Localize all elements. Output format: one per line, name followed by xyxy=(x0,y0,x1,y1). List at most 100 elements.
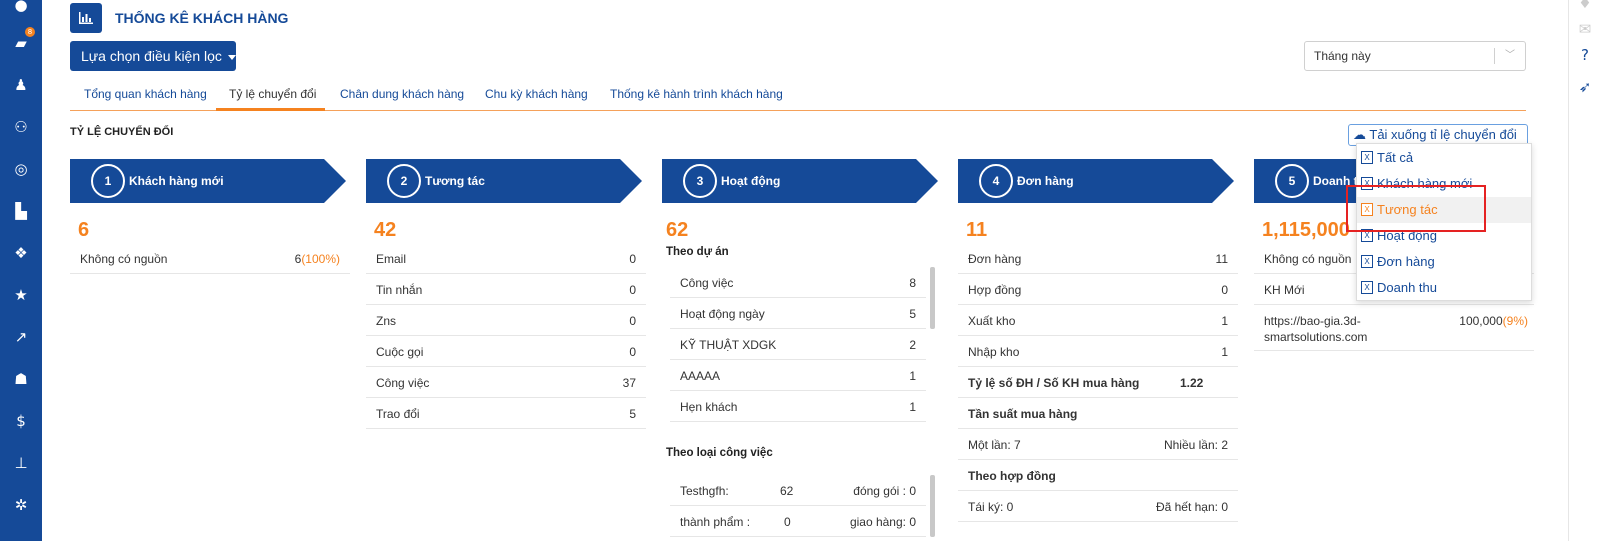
row-label-url: https://bao-gia.3d-smartsolutions.com xyxy=(1264,313,1367,345)
row-value: 100,000 xyxy=(1459,314,1503,328)
row-value: 1 xyxy=(1221,314,1228,328)
row-label: Cuộc gọi xyxy=(376,345,424,359)
bell-icon[interactable]: ♦ xyxy=(1569,0,1600,12)
frequency-once: Một lần: 7 xyxy=(968,438,1021,452)
step-number: 4 xyxy=(979,164,1013,198)
row-label: Testhgfh: xyxy=(680,484,729,498)
contract-heading: Theo hợp đồng xyxy=(968,469,1056,483)
table-row: thành phẩm : 0 giao hàng: 0 xyxy=(670,506,926,537)
row-value: 37 xyxy=(622,376,636,390)
table-row: Nhập kho 1 xyxy=(958,336,1238,367)
row-value: 0 xyxy=(1221,283,1228,297)
menu-item-all[interactable]: X Tất cả xyxy=(1357,145,1531,171)
star-icon[interactable]: ★ xyxy=(0,283,42,307)
chevron-down-icon: ﹀ xyxy=(1505,50,1515,61)
tab-bar: Tổng quan khách hàng Tỷ lệ chuyển đổi Ch… xyxy=(70,82,1526,111)
tab-customer-portrait[interactable]: Chân dung khách hàng xyxy=(340,87,464,101)
menu-item-orders[interactable]: X Đơn hàng xyxy=(1357,249,1531,275)
excel-file-icon: X xyxy=(1361,255,1373,268)
filter-dropdown-button[interactable]: Lựa chọn điều kiện lọc xyxy=(70,41,236,71)
row-value: 0 xyxy=(629,283,636,297)
stage-title: Đơn hàng xyxy=(1017,174,1074,188)
menu-item-label: Tất cả xyxy=(1377,150,1414,165)
contract-heading-row: Theo hợp đồng xyxy=(958,460,1238,491)
chat-icon[interactable]: ✉ xyxy=(1569,20,1600,38)
table-row: Hẹn khách 1 xyxy=(670,391,926,422)
row-value: 1 xyxy=(909,400,916,414)
project-scrollbar[interactable] xyxy=(930,267,935,329)
row-value: 5 xyxy=(909,307,916,321)
ratio-value: 1.22 xyxy=(1180,376,1204,390)
row-label: Không có nguồn xyxy=(1264,252,1352,266)
tab-overview[interactable]: Tổng quan khách hàng xyxy=(84,87,207,101)
row-label: Email xyxy=(376,252,407,266)
contract-row: Tái ký: 0 Đã hết hạn: 0 xyxy=(958,491,1238,522)
row-label: Không có nguồn xyxy=(80,252,168,266)
handshake-icon[interactable]: ⚇ xyxy=(0,115,42,139)
tab-conversion-rate[interactable]: Tỷ lệ chuyển đổi xyxy=(229,87,316,101)
sitemap-icon[interactable]: ⊥ xyxy=(0,451,42,475)
menu-item-revenue[interactable]: X Doanh thu xyxy=(1357,275,1531,301)
row-percent: (9%) xyxy=(1502,314,1528,328)
row-label: Công việc xyxy=(376,376,430,390)
table-row: Đơn hàng 11 xyxy=(958,243,1238,274)
user-icon[interactable]: ● xyxy=(0,0,42,17)
settings-icon[interactable]: ✲ xyxy=(0,493,42,517)
stage-total: 6 xyxy=(78,219,90,241)
row-value: 0 xyxy=(629,314,636,328)
table-row: Xuất kho 1 xyxy=(958,305,1238,336)
ratio-row: Tỷ lệ số ĐH / Số KH mua hàng 1.22 xyxy=(958,367,1238,398)
url-line-2: smartsolutions.com xyxy=(1264,330,1368,344)
caret-down-icon xyxy=(227,54,236,60)
briefcase-icon[interactable]: ▰ 8 xyxy=(0,27,42,55)
chart-line-icon[interactable]: ↗ xyxy=(0,325,42,349)
cart-icon[interactable]: ▙ xyxy=(0,199,42,223)
cloud-download-icon: ☁ xyxy=(1353,128,1366,143)
select-divider xyxy=(1494,48,1495,64)
task-type-scrollbar[interactable] xyxy=(930,475,935,537)
ratio-label: Tỷ lệ số ĐH / Số KH mua hàng xyxy=(968,376,1140,390)
table-row: Cuộc gọi 0 xyxy=(366,336,646,367)
user-tie-icon[interactable]: ☗ xyxy=(0,367,42,391)
stage-total: 1,115,000 xyxy=(1262,219,1350,241)
stage-header: 1 Khách hàng mới xyxy=(70,159,224,203)
stage-title: Hoạt động xyxy=(721,174,781,188)
row-value: 62 xyxy=(780,484,794,498)
help-icon[interactable]: ? xyxy=(1569,46,1600,64)
row-value: 1 xyxy=(1221,345,1228,359)
table-row: Hợp đồng 0 xyxy=(958,274,1238,305)
chart-bar-icon xyxy=(70,3,102,33)
table-row: Email 0 xyxy=(366,243,646,274)
table-row: https://bao-gia.3d-smartsolutions.com 10… xyxy=(1254,305,1534,351)
row-extra: đóng gói : 0 xyxy=(853,484,916,498)
contract-expired: Đã hết hạn: 0 xyxy=(1155,500,1228,514)
excel-file-icon: X xyxy=(1361,281,1373,294)
users-icon[interactable]: ♟ xyxy=(0,73,42,97)
row-extra: giao hàng: 0 xyxy=(849,515,916,529)
row-value: 5 xyxy=(629,407,636,421)
cubes-icon[interactable]: ❖ xyxy=(0,241,42,265)
dollar-icon[interactable]: $ xyxy=(0,409,42,433)
row-label: Công việc xyxy=(680,276,734,290)
table-row: KỸ THUẬT XDGK 2 xyxy=(670,329,926,360)
stage-header: 3 Hoạt động xyxy=(662,159,780,203)
stage-total: 62 xyxy=(666,219,689,241)
download-label: Tải xuống tỉ lệ chuyển đổi xyxy=(1369,127,1517,142)
frequency-many: Nhiều lần: 2 xyxy=(1163,438,1228,452)
target-icon[interactable]: ◎ xyxy=(0,157,42,181)
rocket-icon[interactable]: ➶ xyxy=(1569,78,1600,96)
tab-customer-journey[interactable]: Thống kê hành trình khách hàng xyxy=(610,87,783,101)
row-value: 0 xyxy=(784,515,791,529)
tab-customer-cycle[interactable]: Chu kỳ khách hàng xyxy=(485,87,588,101)
table-row: Không có nguồn 6(100%) xyxy=(70,243,350,274)
task-type-heading: Theo loại công việc xyxy=(666,447,773,459)
row-label: KH Mới xyxy=(1264,283,1305,297)
stage-header: 5 Doanh t xyxy=(1254,159,1358,203)
stage-title: Khách hàng mới xyxy=(129,174,224,188)
period-select[interactable]: Tháng này ﹀ xyxy=(1304,41,1526,71)
frequency-heading-row: Tần suất mua hàng xyxy=(958,398,1238,429)
table-row: Công việc 37 xyxy=(366,367,646,398)
row-percent: (100%) xyxy=(301,252,340,266)
project-heading: Theo dự án xyxy=(666,246,729,258)
main-content: THỐNG KÊ KHÁCH HÀNG Lựa chọn điều kiện l… xyxy=(58,0,1558,541)
